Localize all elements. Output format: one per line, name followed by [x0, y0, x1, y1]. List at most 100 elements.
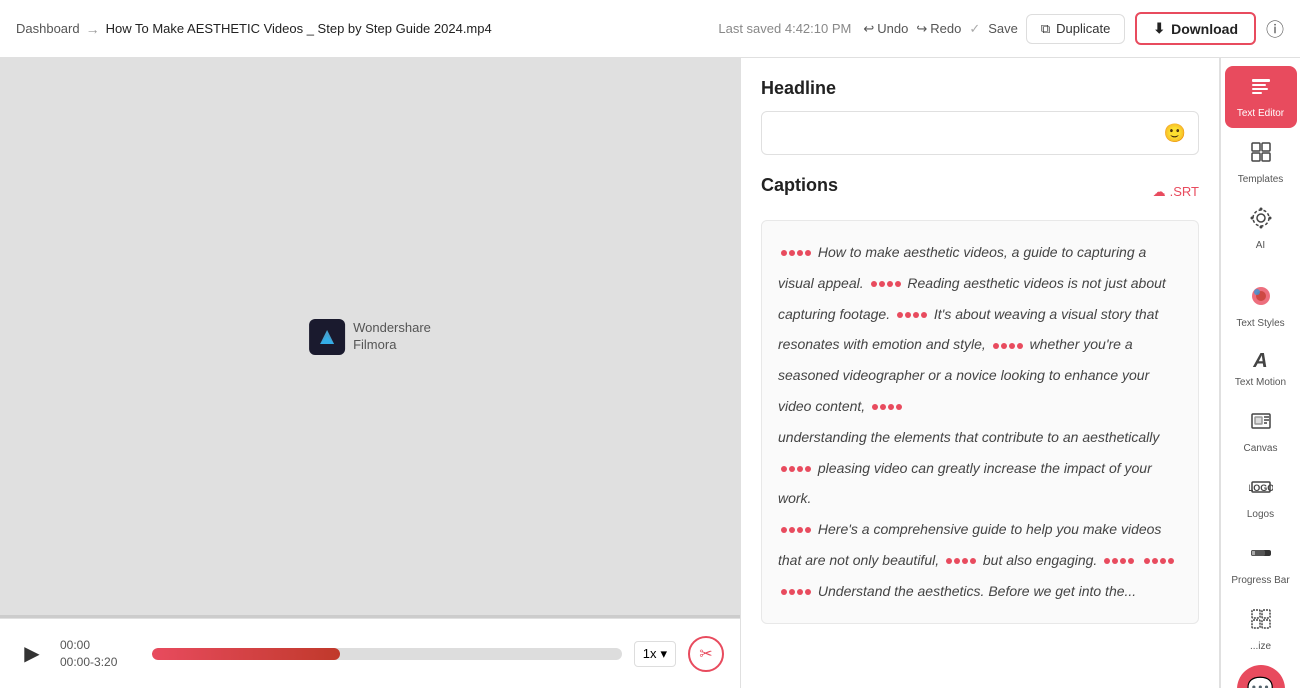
- time-display: 00:00 00:00-3:20: [60, 637, 140, 671]
- breadcrumb: Dashboard → How To Make AESTHETIC Videos…: [16, 21, 710, 37]
- sidebar-item-text-editor[interactable]: Text Editor: [1225, 66, 1297, 128]
- caption-line-5: understanding the elements that contribu…: [778, 429, 1159, 445]
- duplicate-label: Duplicate: [1056, 21, 1110, 36]
- help-icon: ⓘ: [1266, 20, 1284, 40]
- sidebar-label-text-editor: Text Editor: [1237, 108, 1284, 120]
- progress-bar-icon: [1249, 541, 1273, 571]
- breadcrumb-home[interactable]: Dashboard: [16, 21, 80, 36]
- headline-section-title: Headline: [761, 78, 1199, 99]
- dot-group-5: [872, 404, 902, 410]
- caption-line-8: Understand the aesthetics. Before we get…: [818, 583, 1136, 599]
- sidebar-label-more: ...ize: [1250, 641, 1271, 653]
- sidebar-label-logos: Logos: [1247, 509, 1274, 521]
- dot-group-6: [781, 466, 811, 472]
- scissors-icon: ✂: [699, 644, 712, 664]
- srt-label: .SRT: [1170, 184, 1199, 199]
- headline-input[interactable]: 🙂: [761, 111, 1199, 155]
- text-editor-icon: [1249, 74, 1273, 104]
- progress-bar-container[interactable]: [152, 648, 622, 660]
- redo-icon: ↪: [916, 21, 927, 37]
- duplicate-icon: ⧉: [1041, 21, 1050, 37]
- progress-background: [152, 648, 622, 660]
- brand-line2: Filmora: [353, 337, 431, 354]
- breadcrumb-file: How To Make AESTHETIC Videos _ Step by S…: [106, 21, 492, 36]
- sidebar-item-text-styles[interactable]: Text Styles: [1225, 276, 1297, 338]
- brand-line1: Wondershare: [353, 320, 431, 337]
- text-motion-icon: A: [1253, 350, 1267, 373]
- sidebar-item-progress-bar[interactable]: Progress Bar: [1225, 533, 1297, 595]
- time-current: 00:00: [60, 637, 140, 654]
- sidebar-item-templates[interactable]: Templates: [1225, 132, 1297, 194]
- dot-group-2: [871, 281, 901, 287]
- dot-group-1: [781, 250, 811, 256]
- sidebar-item-text-motion[interactable]: A Text Motion: [1225, 342, 1297, 397]
- sidebar-item-logos[interactable]: LOGO Logos: [1225, 467, 1297, 529]
- main-layout: Wondershare Filmora ▶ 00:00 00:00-3:20 1…: [0, 58, 1300, 688]
- speed-selector[interactable]: 1x ▾: [634, 641, 676, 667]
- caption-line-7: but also engaging.: [983, 552, 1097, 568]
- play-button[interactable]: ▶: [16, 638, 48, 670]
- watermark-text: Wondershare Filmora: [353, 320, 431, 354]
- svg-text:LOGO: LOGO: [1249, 483, 1273, 493]
- topbar: Dashboard → How To Make AESTHETIC Videos…: [0, 0, 1300, 58]
- download-label: Download: [1171, 21, 1238, 37]
- speed-chevron-icon: ▾: [660, 646, 667, 662]
- dot-group-7: [781, 527, 811, 533]
- upgrade-section: 💬 Upgrade: [1237, 665, 1285, 688]
- save-status: Last saved 4:42:10 PM: [718, 21, 851, 36]
- dot-group-11: [781, 589, 811, 595]
- undo-redo-group: ↩ Undo ↪ Redo ✓ Save: [863, 21, 1018, 37]
- upgrade-button[interactable]: 💬: [1237, 665, 1285, 688]
- scissors-button[interactable]: ✂: [688, 636, 724, 672]
- sidebar-label-text-motion: Text Motion: [1235, 377, 1286, 389]
- duplicate-button[interactable]: ⧉ Duplicate: [1026, 14, 1126, 44]
- srt-upload-button[interactable]: ☁ .SRT: [1153, 184, 1199, 200]
- sidebar-label-templates: Templates: [1238, 174, 1284, 186]
- progress-fill: [152, 648, 340, 660]
- save-button[interactable]: Save: [988, 21, 1018, 36]
- download-button[interactable]: ⬇ Download: [1135, 12, 1256, 45]
- help-button[interactable]: ⓘ: [1266, 16, 1284, 42]
- captions-section-title: Captions: [761, 175, 838, 196]
- templates-icon: [1249, 140, 1273, 170]
- filmora-logo-icon: [309, 319, 345, 355]
- canvas-icon: [1249, 409, 1273, 439]
- cloud-upload-icon: ☁: [1153, 184, 1166, 200]
- speed-value: 1x: [643, 646, 657, 661]
- sidebar-label-progress-bar: Progress Bar: [1231, 575, 1289, 587]
- redo-button[interactable]: ↪ Redo: [916, 21, 961, 37]
- emoji-icon[interactable]: 🙂: [1164, 123, 1186, 144]
- checkmark-icon: ✓: [969, 21, 980, 37]
- text-editor-panel: Headline 🙂 Captions ☁ .SRT How to make a…: [740, 58, 1220, 688]
- play-icon: ▶: [24, 643, 39, 665]
- caption-line-5b: pleasing video can greatly increase the …: [778, 460, 1152, 507]
- dot-group-10: [1144, 558, 1174, 564]
- topbar-right: ⧉ Duplicate ⬇ Download ⓘ: [1026, 12, 1284, 45]
- text-styles-icon: [1249, 284, 1273, 314]
- redo-label: Redo: [930, 21, 961, 36]
- download-icon: ⬇: [1153, 20, 1165, 37]
- sidebar-item-canvas[interactable]: Canvas: [1225, 401, 1297, 463]
- sidebar-label-ai: AI: [1256, 240, 1265, 252]
- dot-group-3: [897, 312, 927, 318]
- captions-header: Captions ☁ .SRT: [761, 175, 1199, 208]
- ai-icon: [1249, 206, 1273, 236]
- chat-icon: 💬: [1247, 676, 1274, 688]
- sidebar-label-canvas: Canvas: [1244, 443, 1278, 455]
- topbar-center: Last saved 4:42:10 PM ↩ Undo ↪ Redo ✓ Sa…: [718, 21, 1018, 37]
- text-editor-scroll[interactable]: Headline 🙂 Captions ☁ .SRT How to make a…: [741, 58, 1219, 688]
- dot-group-8: [946, 558, 976, 564]
- right-sidebar: Text Editor Templates: [1220, 58, 1300, 688]
- undo-label: Undo: [877, 21, 908, 36]
- more-icon: [1249, 607, 1273, 637]
- dot-group-9: [1104, 558, 1134, 564]
- logos-icon: LOGO: [1249, 475, 1273, 505]
- captions-box[interactable]: How to make aesthetic videos, a guide to…: [761, 220, 1199, 624]
- watermark: Wondershare Filmora: [309, 319, 431, 355]
- video-preview: Wondershare Filmora: [0, 58, 740, 615]
- undo-button[interactable]: ↩ Undo: [863, 21, 908, 37]
- undo-icon: ↩: [863, 21, 874, 37]
- sidebar-item-ai[interactable]: AI: [1225, 198, 1297, 260]
- player-controls: ▶ 00:00 00:00-3:20 1x ▾ ✂: [0, 618, 740, 688]
- sidebar-item-more[interactable]: ...ize: [1225, 599, 1297, 661]
